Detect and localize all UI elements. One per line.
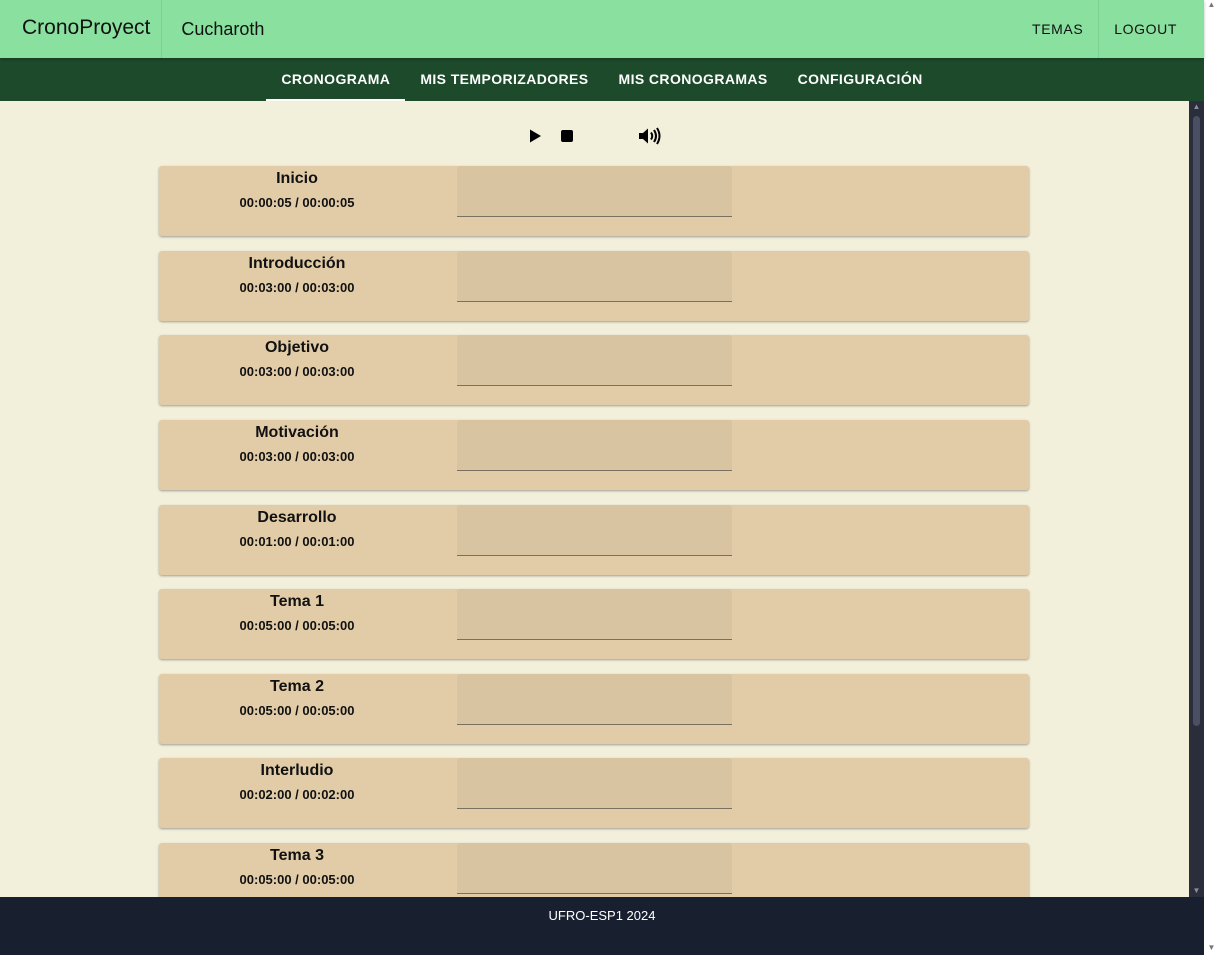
temas-button[interactable]: TEMAS [1017,0,1098,58]
play-icon[interactable] [524,125,546,147]
timer-time: 00:01:00 / 00:01:00 [239,534,355,549]
timer-name: Objetivo [264,339,329,356]
timer-name: Tema 3 [270,847,324,864]
timer-time: 00:00:05 / 00:00:05 [239,195,355,210]
app-brand[interactable]: CronoProyect [0,0,163,58]
timer-card: Interludio 00:02:00 / 00:02:00 [159,758,1029,828]
timer-time: 00:03:00 / 00:03:00 [239,280,355,295]
footer: UFRO-ESP1 2024 [0,897,1204,955]
timer-input[interactable] [457,589,732,640]
window-scrollbar[interactable]: ▲ ▼ [1204,0,1219,955]
content-scrollbar[interactable]: ▲ ▼ [1189,101,1204,897]
timer-time: 00:05:00 / 00:05:00 [239,618,355,633]
window-scroll-up-icon[interactable]: ▲ [1204,0,1219,12]
timer-name: Tema 2 [270,678,324,695]
timer-time: 00:03:00 / 00:03:00 [239,364,355,379]
tab-mis-temporizadores[interactable]: MIS TEMPORIZADORES [405,58,603,101]
timer-input[interactable] [457,335,732,386]
timer-input[interactable] [457,420,732,471]
logout-button[interactable]: LOGOUT [1098,0,1204,58]
scrollbar-thumb[interactable] [1193,116,1200,726]
timer-input[interactable] [457,843,732,894]
timer-card: Tema 2 00:05:00 / 00:05:00 [159,674,1029,744]
timer-card: Introducción 00:03:00 / 00:03:00 [159,251,1029,321]
timer-time: 00:05:00 / 00:05:00 [239,872,355,887]
timer-input[interactable] [457,251,732,302]
scroll-down-icon[interactable]: ▼ [1189,885,1204,897]
timer-name: Motivación [255,424,339,441]
volume-icon[interactable] [638,125,662,147]
user-name: Cucharoth [181,18,265,39]
scroll-up-icon[interactable]: ▲ [1189,101,1204,113]
timer-time: 00:03:00 / 00:03:00 [239,449,355,464]
app-bar: CronoProyect Cucharoth TEMAS LOGOUT [0,0,1204,58]
timer-time: 00:02:00 / 00:02:00 [239,787,355,802]
timer-card: Objetivo 00:03:00 / 00:03:00 [159,335,1029,405]
window-scroll-down-icon[interactable]: ▼ [1204,943,1219,955]
timer-name: Inicio [276,170,318,187]
tab-bar: CRONOGRAMA MIS TEMPORIZADORES MIS CRONOG… [0,58,1204,101]
timer-name: Interludio [260,762,334,779]
tab-configuracion[interactable]: CONFIGURACIÓN [783,58,938,101]
stop-icon[interactable] [556,125,578,147]
timer-card: Tema 1 00:05:00 / 00:05:00 [159,589,1029,659]
timer-card: Inicio 00:00:05 / 00:00:05 [159,166,1029,236]
timer-time: 00:05:00 / 00:05:00 [239,703,355,718]
timer-card: Motivación 00:03:00 / 00:03:00 [159,420,1029,490]
tab-mis-cronogramas[interactable]: MIS CRONOGRAMAS [604,58,783,101]
tab-cronograma[interactable]: CRONOGRAMA [266,58,406,101]
timer-name: Desarrollo [257,509,337,526]
timer-input[interactable] [457,758,732,809]
timer-input[interactable] [457,166,732,217]
footer-text: UFRO-ESP1 2024 [548,908,656,923]
timer-card: Tema 3 00:05:00 / 00:05:00 [159,843,1029,897]
timer-input[interactable] [457,505,732,556]
timer-name: Introducción [248,255,346,272]
playback-controls [0,101,1189,166]
timer-card: Desarrollo 00:01:00 / 00:01:00 [159,505,1029,575]
timer-name: Tema 1 [270,593,324,610]
main-content: Inicio 00:00:05 / 00:00:05 Introducción … [0,101,1189,897]
timer-input[interactable] [457,674,732,725]
